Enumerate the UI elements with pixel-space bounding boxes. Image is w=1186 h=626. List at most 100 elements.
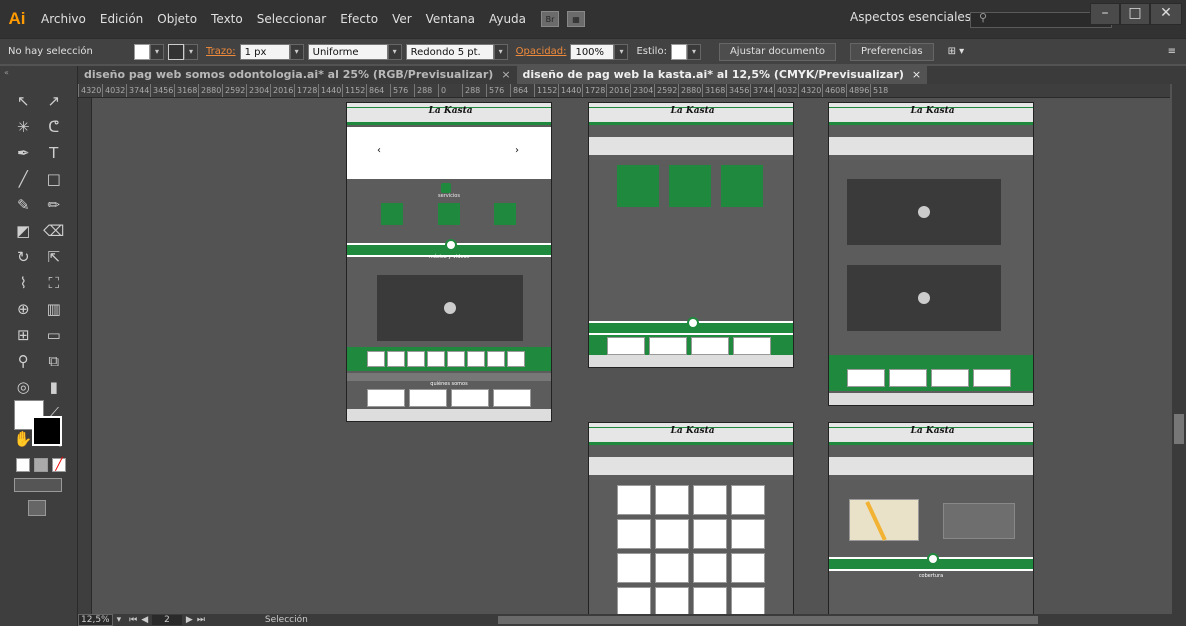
artboard-contact[interactable]: La Kasta cobertura (828, 422, 1034, 614)
stroke-weight-field[interactable]: 1 px (239, 43, 290, 60)
artboard-gallery[interactable]: La Kasta (588, 422, 794, 614)
color-mode-icon[interactable] (16, 458, 30, 472)
align-icon[interactable]: ⊞ ▾ (944, 46, 969, 57)
menu-ver[interactable]: Ver (385, 0, 419, 38)
pen-tool-icon[interactable]: ✒ (12, 142, 34, 164)
gallery-tile (731, 519, 765, 549)
ruler-tick: 4320 (798, 84, 822, 97)
panel-menu-icon[interactable]: ≡ (1164, 46, 1180, 57)
menu-texto[interactable]: Texto (204, 0, 250, 38)
canvas[interactable]: La Kasta ‹ › servicios música y videos q… (92, 98, 1140, 614)
graphic-style-swatch[interactable] (670, 43, 687, 60)
close-tab-icon[interactable]: × (912, 68, 921, 81)
zoom-dropdown-icon[interactable]: ▾ (117, 615, 122, 625)
artboard-number-field[interactable]: 2 (152, 615, 182, 625)
play-icon[interactable] (444, 302, 456, 314)
bridge-icon[interactable]: Br (541, 11, 560, 27)
previous-artboard-icon[interactable]: ◀ (141, 615, 148, 625)
menu-ayuda[interactable]: Ayuda (482, 0, 533, 38)
toolbox-collapse-icon[interactable]: « (0, 66, 77, 88)
play-icon[interactable] (918, 206, 930, 218)
tab-la-kasta[interactable]: diseño de pag web la kasta.ai* al 12,5% … (516, 66, 928, 84)
gradient-tool-icon[interactable]: ▭ (43, 324, 65, 346)
menu-archivo[interactable]: Archivo (34, 0, 93, 38)
zoom-level-field[interactable]: 12,5% (78, 614, 113, 626)
paintbrush-tool-icon[interactable]: ✎ (12, 194, 34, 216)
close-icon[interactable]: ✕ (1150, 3, 1182, 25)
vertical-scroll-thumb[interactable] (1174, 414, 1184, 444)
artboard-videos[interactable]: La Kasta (828, 102, 1034, 406)
drawing-modes-icon[interactable] (14, 478, 62, 492)
rotate-tool-icon[interactable]: ↻ (12, 246, 34, 268)
next-artboard-icon[interactable]: ▶ (186, 615, 193, 625)
gallery-tile (617, 519, 651, 549)
stroke-weight-dropdown[interactable]: ▾ (289, 43, 304, 60)
style-dropdown[interactable]: ▾ (686, 43, 701, 60)
mesh-tool-icon[interactable]: ⊞ (12, 324, 34, 346)
arrange-documents-icon[interactable]: ▦ (567, 11, 586, 27)
stroke-swatch[interactable] (32, 416, 62, 446)
fill-dropdown[interactable]: ▾ (150, 43, 164, 60)
lasso-tool-icon[interactable]: ᕦ (43, 116, 65, 138)
site-header: La Kasta (829, 103, 1033, 125)
perspective-grid-tool-icon[interactable]: ▥ (43, 298, 65, 320)
last-artboard-icon[interactable]: ⏭ (197, 615, 205, 625)
rectangle-tool-icon[interactable]: □ (43, 168, 65, 190)
gradient-mode-icon[interactable] (34, 458, 48, 472)
preferences-button[interactable]: Preferencias (850, 42, 934, 61)
menu-ventana[interactable]: Ventana (419, 0, 482, 38)
free-transform-tool-icon[interactable]: ⛶ (43, 272, 65, 294)
stroke-label[interactable]: Trazo: (202, 46, 240, 57)
tab-odontologia[interactable]: diseño pag web somos odontologia.ai* al … (78, 66, 517, 84)
pencil-tool-icon[interactable]: ✏ (43, 194, 65, 216)
menu-edicion[interactable]: Edición (93, 0, 150, 38)
artboard-home[interactable]: La Kasta ‹ › servicios música y videos q… (346, 102, 552, 422)
eraser-tool-icon[interactable]: ⌫ (43, 220, 65, 242)
slider-prev-icon[interactable]: ‹ (377, 145, 381, 156)
opacity-label[interactable]: Opacidad: (512, 46, 571, 57)
eyedropper-tool-icon[interactable]: ⚲ (12, 350, 34, 372)
maximize-icon[interactable]: □ (1120, 3, 1150, 25)
vertical-ruler[interactable] (78, 98, 92, 614)
ruler-tick: 3456 (150, 84, 174, 97)
menu-objeto[interactable]: Objeto (150, 0, 204, 38)
fill-color-swatch[interactable] (134, 43, 150, 60)
minimize-icon[interactable]: – (1090, 3, 1120, 25)
fit-document-button[interactable]: Ajustar documento (718, 42, 837, 61)
contact-form[interactable] (943, 503, 1015, 539)
symbol-sprayer-tool-icon[interactable]: ◎ (12, 376, 34, 398)
opacity-dropdown[interactable]: ▾ (614, 43, 629, 60)
blend-tool-icon[interactable]: ⧉ (43, 350, 65, 372)
scale-tool-icon[interactable]: ⇱ (43, 246, 65, 268)
variable-width-profile[interactable]: Uniforme (307, 43, 388, 60)
hand-tool-icon[interactable]: ✋ (12, 428, 34, 450)
screen-mode-icon[interactable] (28, 500, 46, 516)
line-tool-icon[interactable]: ╱ (12, 168, 34, 190)
width-tool-icon[interactable]: ⌇ (12, 272, 34, 294)
menu-seleccionar[interactable]: Seleccionar (250, 0, 333, 38)
type-tool-icon[interactable]: T (43, 142, 65, 164)
direct-selection-tool-icon[interactable]: ↗ (43, 90, 65, 112)
vertical-scrollbar[interactable] (1172, 84, 1186, 614)
shape-builder-tool-icon[interactable]: ⊕ (12, 298, 34, 320)
workspace-switcher[interactable]: Aspectos esenciales ▾ (850, 10, 981, 24)
first-artboard-icon[interactable]: ⏮ (129, 615, 137, 625)
stroke-dropdown[interactable]: ▾ (184, 43, 198, 60)
opacity-field[interactable]: 100% (570, 43, 615, 60)
brush-definition[interactable]: Redondo 5 pt. (405, 43, 494, 60)
play-icon[interactable] (918, 292, 930, 304)
blob-brush-tool-icon[interactable]: ◩ (12, 220, 34, 242)
horizontal-ruler[interactable]: 4320 4032 3744 3456 3168 2880 2592 2304 2016 1728… (78, 84, 1170, 98)
magic-wand-tool-icon[interactable]: ✳ (12, 116, 34, 138)
artboard-services[interactable]: La Kasta (588, 102, 794, 368)
profile-dropdown[interactable]: ▾ (387, 43, 402, 60)
column-graph-tool-icon[interactable]: ▮ (43, 376, 65, 398)
brush-dropdown[interactable]: ▾ (493, 43, 508, 60)
slider-next-icon[interactable]: › (515, 145, 519, 156)
selection-tool-icon[interactable]: ↖ (12, 90, 34, 112)
none-mode-icon[interactable]: ╱ (52, 458, 66, 472)
horizontal-scroll-thumb[interactable] (498, 616, 1038, 624)
menu-efecto[interactable]: Efecto (333, 0, 385, 38)
close-tab-icon[interactable]: × (501, 68, 510, 81)
stroke-color-swatch[interactable] (168, 43, 184, 60)
